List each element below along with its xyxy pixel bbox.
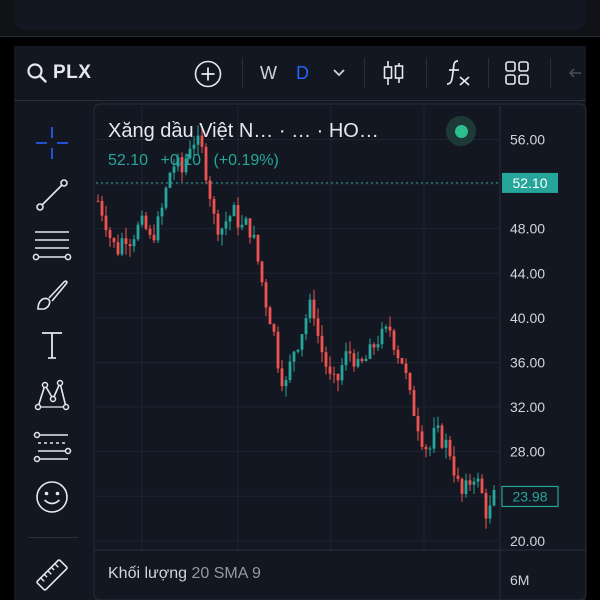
chart-type-button[interactable] [378,58,408,88]
volume-pane-legend[interactable]: Khối lượng 20 SMA 9 [108,565,261,583]
text-tool[interactable] [28,323,76,367]
timeframe-dropdown[interactable] [330,62,348,84]
symbol-search[interactable]: PLX [26,58,91,88]
drawing-toolbar [14,101,90,600]
toolbar-separator [242,58,243,88]
add-symbol-button[interactable] [192,58,224,90]
legend-change-pct: (+0.19%) [213,152,279,169]
symbol-legend-title[interactable]: Xăng dầu Việt N… · … · HO… [108,120,379,143]
volume-axis-tick: 6M [510,572,530,588]
pattern-tool[interactable] [28,373,76,417]
toolbar-separator [550,58,551,88]
emoji-icon [36,481,68,513]
forecast-icon [33,431,72,463]
ruler-tool[interactable] [28,553,76,597]
indicators-button[interactable] [444,58,474,88]
timeframe-week[interactable]: W [260,60,277,86]
market-status-indicator[interactable] [446,116,476,146]
toolbar-separator [364,58,365,88]
legend-change: +0.10 [160,152,201,169]
top-strip [0,0,600,37]
symbol-label: PLX [53,62,92,83]
timeframe-day[interactable]: D [296,60,309,86]
crosshair-icon [36,127,68,159]
toolbar-separator [488,58,489,88]
legend-last-price: 52.10 [108,152,149,169]
volume-params: 20 SMA 9 [191,565,261,582]
fib-retracement-icon [32,231,72,261]
add-symbol-icon [194,60,222,88]
text-icon [42,332,62,359]
crosshair-tool[interactable] [28,121,76,165]
emoji-tool[interactable] [28,475,76,519]
toolbar-separator [426,58,427,88]
candles-icon [383,61,404,85]
top-strip-panel [14,0,586,30]
back-arrow-icon [568,68,581,78]
ruler-icon [36,559,68,591]
top-toolbar: PLX W D [14,46,586,101]
search-icon [27,63,47,83]
chevron-down-icon [333,69,345,77]
fib-retracement-tool[interactable] [28,223,76,267]
brush-icon [37,280,68,310]
forecast-tool[interactable] [28,425,76,469]
volume-label: Khối lượng [108,565,188,582]
legend-values: 52.10 +0.10 (+0.19%) [108,152,287,170]
indicators-fx-icon [446,60,470,86]
pattern-icon [34,379,70,411]
brush-tool[interactable] [28,273,76,317]
tools-divider [28,537,78,538]
back-button[interactable] [566,62,584,84]
layout-grid-icon [505,61,529,85]
trend-line-tool[interactable] [28,173,76,217]
status-dot-icon [454,124,468,138]
layout-button[interactable] [502,58,532,88]
trend-line-icon [36,179,68,211]
